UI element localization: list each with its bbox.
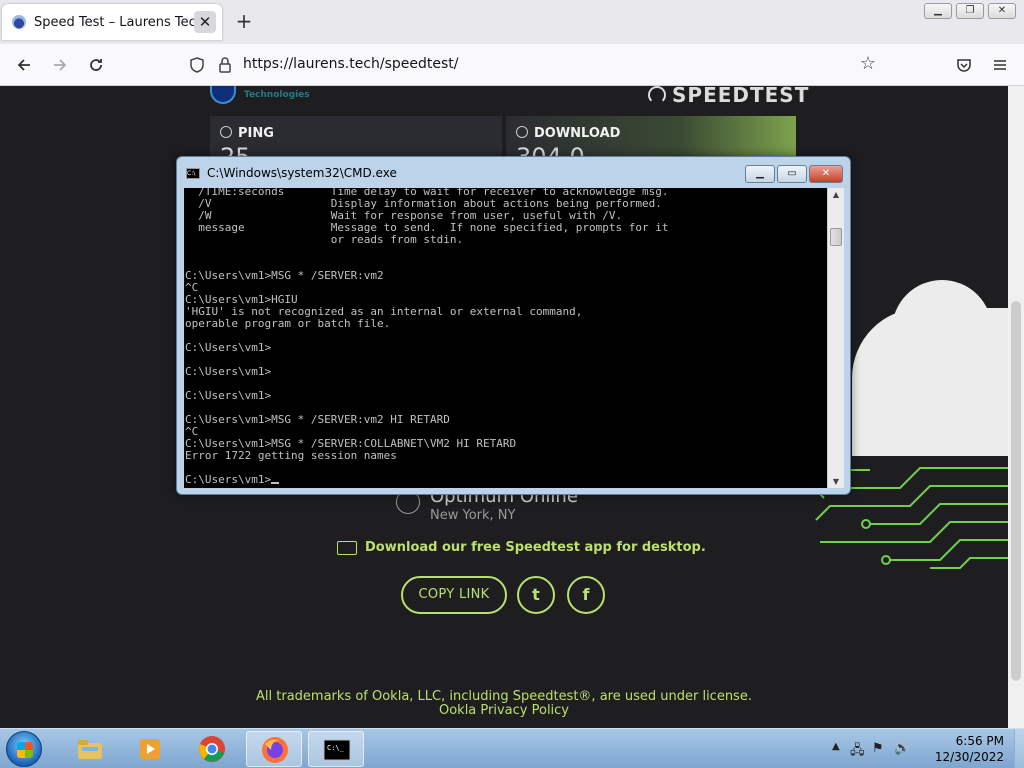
cmd-line: C:\Users\vm1> — [185, 365, 272, 378]
taskbar: C:\_ ▲ 🖧 ⚑ 🔊 6:56 PM 12/30/2022 — [0, 728, 1024, 768]
action-center-icon[interactable]: ⚑ — [872, 741, 884, 756]
bookmark-star-icon[interactable]: ☆ — [860, 53, 876, 74]
cmd-maximize-button[interactable]: ▭ — [777, 165, 807, 183]
chrome-icon — [199, 736, 225, 762]
cmd-line: or reads from stdin. — [185, 233, 464, 246]
cmd-line — [185, 246, 668, 258]
minimize-button[interactable]: ▁ — [924, 3, 952, 19]
cmd-line: Error 1722 getting session names — [185, 449, 397, 462]
pocket-button[interactable] — [952, 53, 976, 77]
tracking-shield-icon[interactable] — [188, 56, 206, 74]
pocket-icon — [957, 59, 971, 72]
facebook-icon: f — [582, 585, 590, 604]
cmd-window[interactable]: C:\ C:\Windows\system32\CMD.exe ▁ ▭ ✕ /T… — [176, 156, 851, 495]
show-desktop-button[interactable] — [1014, 729, 1024, 768]
cmd-scroll-thumb[interactable] — [830, 228, 842, 246]
isp-location: New York, NY — [430, 508, 516, 523]
reload-icon — [90, 59, 102, 71]
cmd-title: C:\Windows\system32\CMD.exe — [207, 166, 397, 180]
cmd-prompt-line[interactable]: C:\Users\vm1> — [185, 474, 668, 486]
privacy-policy-link[interactable]: Ookla Privacy Policy — [0, 703, 1008, 718]
taskbar-firefox[interactable] — [246, 731, 302, 767]
ping-icon — [220, 126, 232, 138]
cmd-line: operable program or batch file. — [185, 317, 391, 330]
arrow-right-icon — [54, 59, 67, 71]
ping-label: PING — [238, 126, 274, 141]
arrow-left-icon — [17, 59, 30, 71]
taskbar-cmd[interactable]: C:\_ — [308, 731, 364, 767]
twitter-icon: t — [532, 585, 540, 604]
taskbar-media-player[interactable] — [122, 731, 178, 767]
brand-subtitle: Technologies — [244, 90, 310, 100]
close-window-button[interactable]: ✕ — [988, 3, 1016, 19]
laurens-logo-icon[interactable] — [210, 86, 236, 104]
new-tab-button[interactable]: + — [232, 10, 256, 34]
speedtest-logo-text: SPEEDTEST — [672, 86, 810, 107]
cloud-graphic — [852, 280, 1008, 456]
media-player-icon — [140, 739, 160, 759]
cmd-scroll-down-icon[interactable]: ▼ — [828, 477, 844, 486]
show-hidden-icons-icon[interactable]: ▲ — [832, 741, 840, 752]
folder-icon — [78, 740, 102, 759]
cmd-close-button[interactable]: ✕ — [809, 165, 843, 183]
cmd-minimize-button[interactable]: ▁ — [745, 165, 775, 183]
twitter-share-button[interactable]: t — [517, 576, 555, 614]
address-bar[interactable]: https://laurens.tech/speedtest/ ☆ — [180, 50, 880, 80]
start-button[interactable] — [6, 731, 42, 767]
clock-time[interactable]: 6:56 PM — [956, 734, 1004, 748]
cmd-console[interactable]: /TIME:seconds Time delay to wait for rec… — [184, 188, 844, 488]
svg-text:C:\_: C:\_ — [327, 744, 345, 752]
cmd-icon: C:\_ — [323, 739, 351, 761]
app-promo-text[interactable]: Download our free Speedtest app for desk… — [365, 540, 706, 555]
restore-button[interactable]: ❐ — [956, 3, 984, 19]
speedtest-gauge-icon — [648, 86, 666, 104]
download-label: DOWNLOAD — [534, 126, 621, 141]
browser-tab-bar: Speed Test – Laurens Technologies ✕ + ▁ … — [0, 0, 1024, 44]
back-button[interactable] — [12, 53, 36, 77]
windows-logo-icon — [17, 742, 33, 758]
firefox-icon — [262, 737, 288, 763]
browser-tab[interactable]: Speed Test – Laurens Technologies ✕ — [2, 4, 222, 40]
site-favicon-icon — [12, 15, 26, 29]
cmd-scroll-up-icon[interactable]: ▲ — [828, 190, 844, 199]
speedtest-logo: SPEEDTEST — [648, 86, 809, 107]
cmd-cursor — [271, 482, 280, 484]
volume-icon[interactable]: 🔊 — [894, 741, 910, 756]
cmd-line: C:\Users\vm1>MSG * /SERVER:vm2 HI RETARD — [185, 413, 450, 426]
facebook-share-button[interactable]: f — [567, 576, 605, 614]
download-icon — [516, 126, 528, 138]
forward-button[interactable] — [48, 53, 72, 77]
taskbar-chrome[interactable] — [184, 731, 240, 767]
cmd-output[interactable]: /TIME:seconds Time delay to wait for rec… — [185, 188, 668, 486]
footer-trademark: All trademarks of Ookla, LLC, including … — [256, 689, 752, 704]
page-scrollbar[interactable] — [1008, 86, 1024, 728]
network-icon[interactable]: 🖧 — [850, 741, 865, 763]
cmd-prompt: C:\Users\vm1> — [185, 473, 272, 486]
copy-link-button[interactable]: COPY LINK — [401, 576, 507, 614]
menu-button[interactable] — [988, 53, 1012, 77]
page-scrollbar-thumb[interactable] — [1011, 301, 1021, 681]
reload-button[interactable] — [84, 53, 108, 77]
lock-icon[interactable] — [216, 56, 234, 74]
browser-window-controls: ▁ ❐ ✕ — [924, 3, 1016, 19]
hamburger-menu-icon — [994, 60, 1006, 70]
app-download-link[interactable]: Download our free Speedtest app for desk… — [337, 540, 706, 555]
cmd-scrollbar[interactable]: ▲ ▼ — [827, 188, 844, 488]
browser-nav-bar: https://laurens.tech/speedtest/ ☆ — [0, 44, 1024, 86]
monitor-icon — [337, 540, 357, 555]
cmd-line: C:\Users\vm1>MSG * /SERVER:vm2 — [185, 269, 384, 282]
cmd-app-icon: C:\ — [186, 168, 200, 179]
clock-date[interactable]: 12/30/2022 — [935, 750, 1004, 764]
cmd-line: C:\Users\vm1> — [185, 341, 272, 354]
cmd-line: C:\Users\vm1> — [185, 389, 272, 402]
tab-close-button[interactable]: ✕ — [194, 11, 216, 33]
system-tray: ▲ 🖧 ⚑ 🔊 6:56 PM 12/30/2022 — [824, 729, 1014, 768]
taskbar-explorer[interactable] — [62, 731, 118, 767]
tab-title: Speed Test – Laurens Technologies — [34, 14, 194, 30]
url-text[interactable]: https://laurens.tech/speedtest/ — [243, 56, 459, 72]
cmd-titlebar[interactable]: C:\ C:\Windows\system32\CMD.exe ▁ ▭ ✕ — [177, 157, 850, 187]
